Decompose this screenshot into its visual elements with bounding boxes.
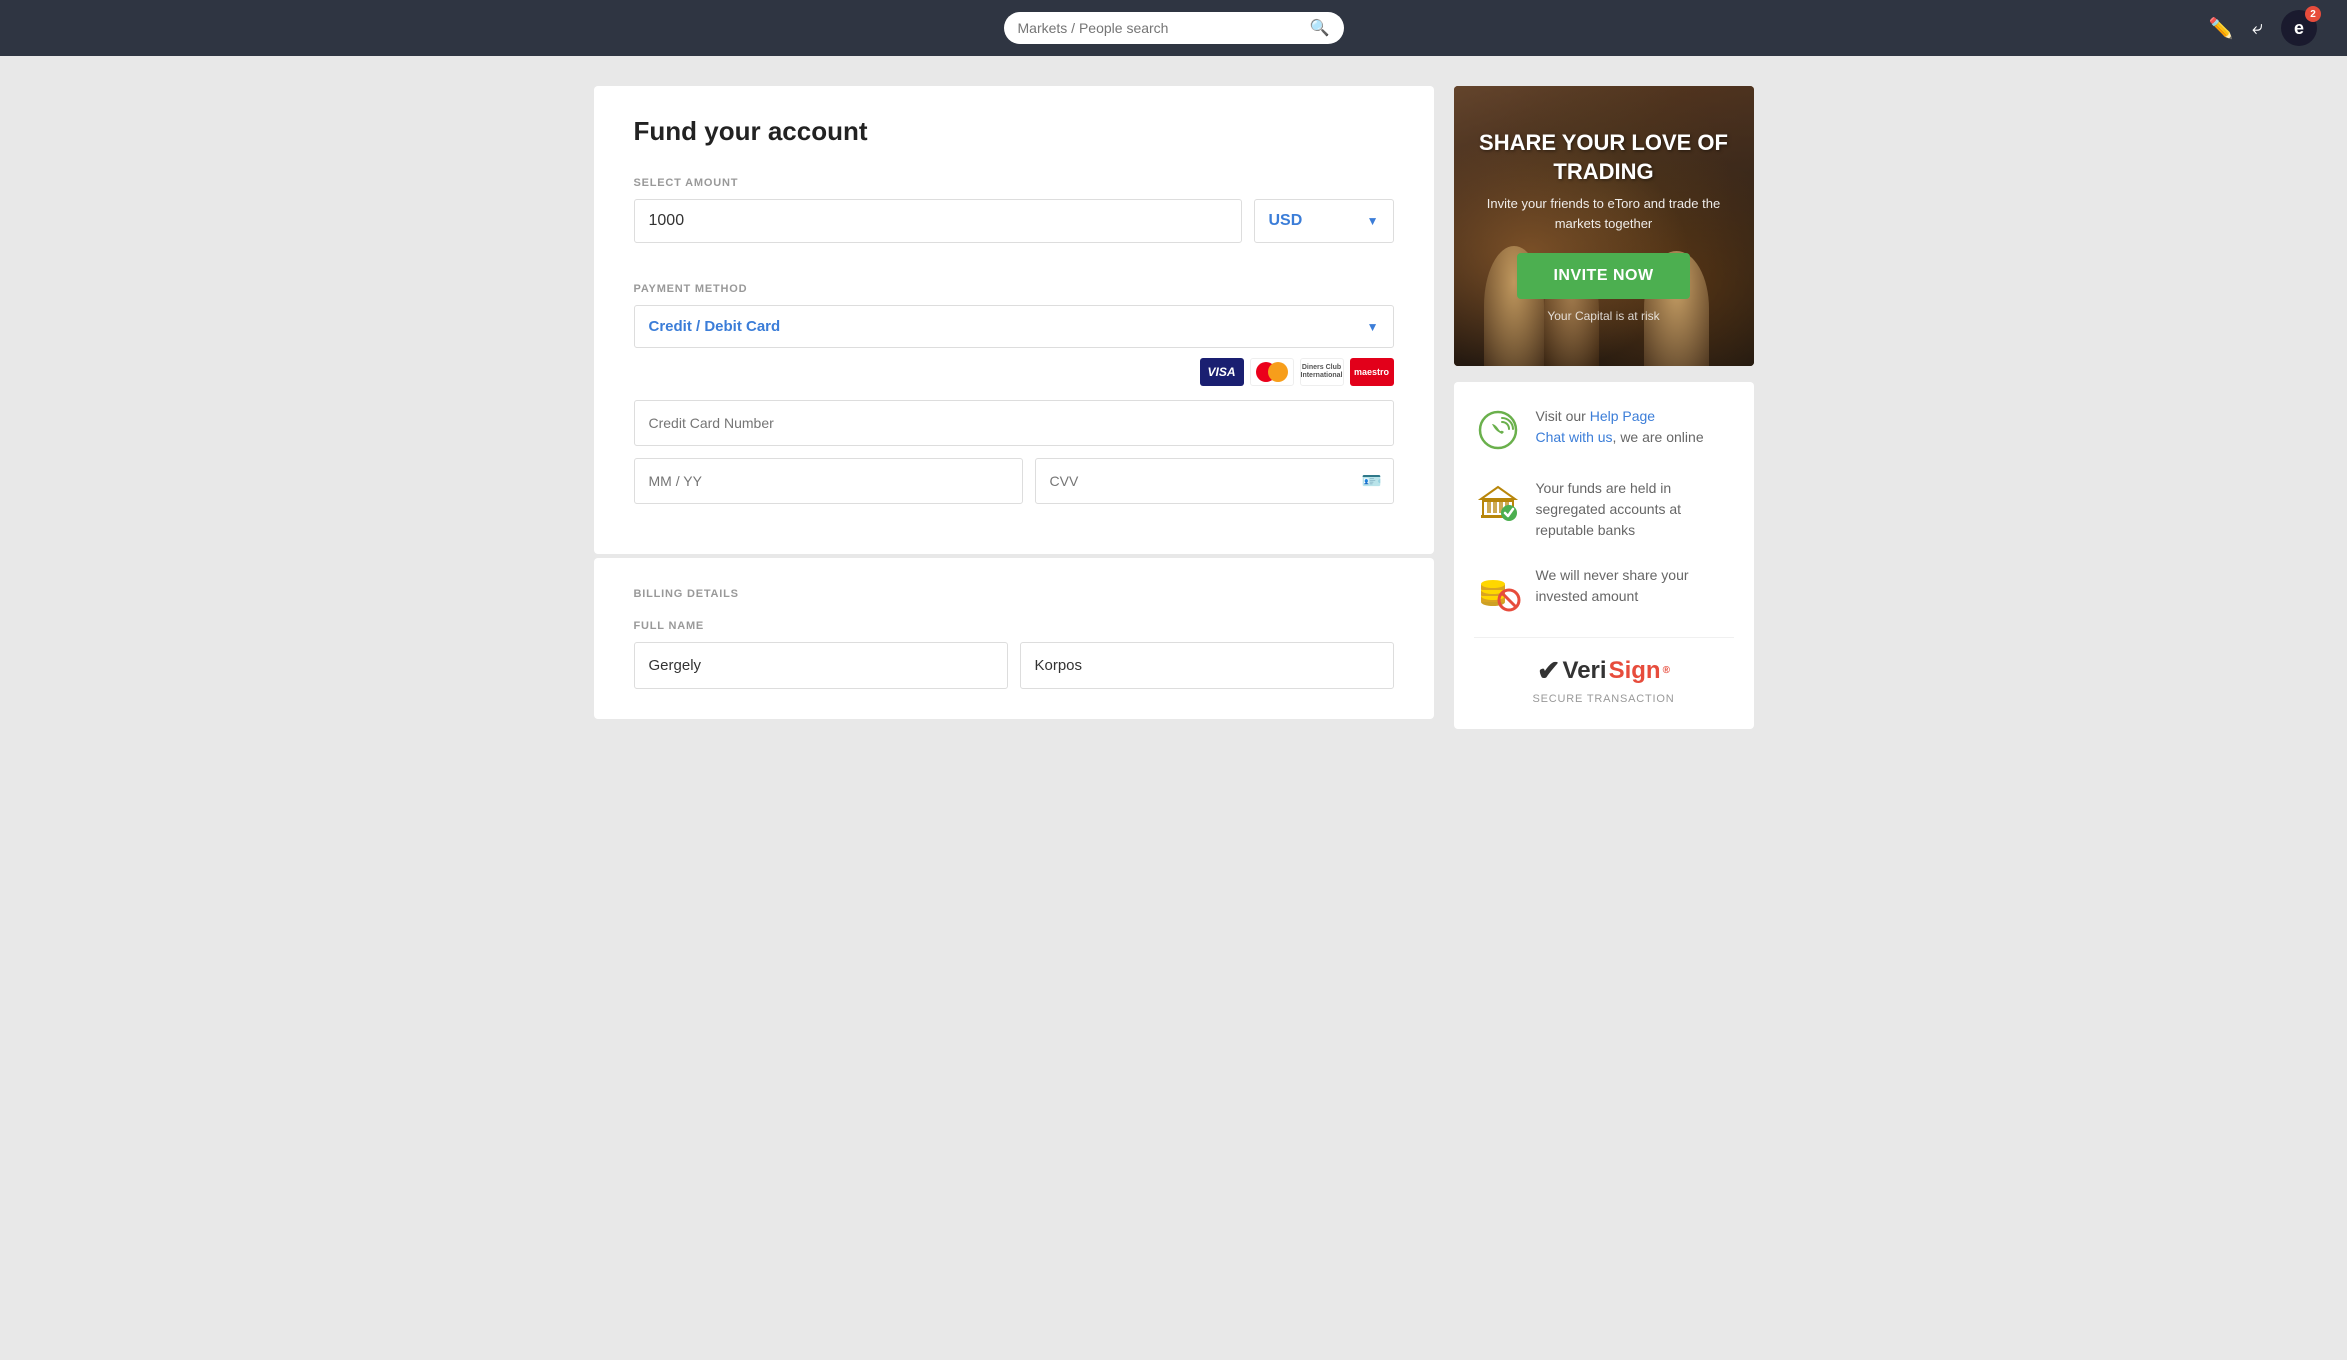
verisign-sign-text: Sign [1609, 657, 1661, 685]
amount-input[interactable] [634, 199, 1242, 243]
never-share-item: We will never share your invested amount [1474, 565, 1734, 613]
help-chat-text: Visit our Help Page Chat with us, we are… [1536, 406, 1704, 448]
search-icon: 🔍 [1310, 18, 1330, 38]
banner-title: SHARE YOUR LOVE OF TRADING [1474, 129, 1734, 186]
coins-icon [1474, 565, 1522, 613]
currency-arrow-icon: ▼ [1367, 214, 1379, 228]
right-panel: SHARE YOUR LOVE OF TRADING Invite your f… [1454, 86, 1754, 729]
payment-method-value: Credit / Debit Card [649, 318, 781, 335]
visa-logo: VISA [1200, 358, 1244, 386]
diners-logo: Diners Club International [1300, 358, 1344, 386]
invite-now-button[interactable]: INVITE NOW [1517, 253, 1689, 299]
chat-link[interactable]: Chat with us [1536, 429, 1613, 445]
help-chat-item: Visit our Help Page Chat with us, we are… [1474, 406, 1734, 454]
payment-method-label: PAYMENT METHOD [634, 283, 1394, 295]
currency-value: USD [1269, 212, 1303, 230]
search-bar[interactable]: 🔍 [1004, 12, 1344, 44]
segregated-funds-item: Your funds are held in segregated accoun… [1474, 478, 1734, 541]
verisign-logo: ✔ VeriSign® [1474, 654, 1734, 687]
billing-section: BILLING DETAILS FULL NAME [594, 558, 1434, 719]
maestro-logo: maestro [1350, 358, 1394, 386]
online-text: , we are online [1613, 429, 1704, 445]
info-box: Visit our Help Page Chat with us, we are… [1454, 382, 1754, 729]
card-logos: VISA Diners Club International maestro [634, 358, 1394, 386]
currency-select[interactable]: USD ▼ [1254, 199, 1394, 243]
header-right: ✏️ ⤶ e 2 [2209, 10, 2317, 46]
invite-banner: SHARE YOUR LOVE OF TRADING Invite your f… [1454, 86, 1754, 366]
avatar[interactable]: e 2 [2281, 10, 2317, 46]
credit-card-input[interactable] [634, 400, 1394, 446]
phone-icon [1474, 406, 1522, 454]
bank-icon [1474, 478, 1522, 526]
search-input[interactable] [1018, 20, 1304, 36]
secure-transaction-text: SECURE TRANSACTION [1474, 693, 1734, 705]
full-name-label: FULL NAME [634, 620, 1394, 632]
cvv-input[interactable] [1035, 458, 1394, 504]
page-title: Fund your account [634, 116, 1394, 147]
segregated-text: Your funds are held in segregated accoun… [1536, 478, 1734, 541]
expiry-input[interactable] [634, 458, 1023, 504]
verisign-check-icon: ✔ [1537, 654, 1560, 687]
header: 🔍 ✏️ ⤶ e 2 [0, 0, 2347, 56]
amount-row: USD ▼ [634, 199, 1394, 243]
select-amount-label: SELECT AMOUNT [634, 177, 1394, 189]
edit-icon[interactable]: ✏️ [2209, 16, 2234, 41]
payment-section: PAYMENT METHOD Credit / Debit Card ▼ VIS… [634, 283, 1394, 504]
capital-risk-text: Your Capital is at risk [1547, 309, 1659, 323]
first-name-input[interactable] [634, 642, 1008, 689]
payment-dropdown-arrow-icon: ▼ [1367, 320, 1379, 334]
help-page-link[interactable]: Help Page [1590, 408, 1655, 424]
billing-title: BILLING DETAILS [634, 588, 1394, 600]
verisign-area: ✔ VeriSign® SECURE TRANSACTION [1474, 637, 1734, 705]
last-name-input[interactable] [1020, 642, 1394, 689]
banner-subtitle: Invite your friends to eToro and trade t… [1474, 194, 1734, 233]
mastercard-logo [1250, 358, 1294, 386]
amount-section: SELECT AMOUNT USD ▼ [634, 177, 1394, 243]
payment-method-dropdown[interactable]: Credit / Debit Card ▼ [634, 305, 1394, 348]
cvv-card-icon: 🪪 [1362, 471, 1382, 491]
never-share-text: We will never share your invested amount [1536, 565, 1734, 607]
card-details-row: 🪪 [634, 458, 1394, 504]
notification-badge: 2 [2305, 6, 2321, 22]
visit-text: Visit our [1536, 408, 1590, 424]
verisign-veri-text: Veri [1563, 657, 1607, 685]
main-content: Fund your account SELECT AMOUNT USD ▼ PA… [574, 56, 1774, 759]
fund-form-panel: Fund your account SELECT AMOUNT USD ▼ PA… [594, 86, 1434, 554]
share-icon[interactable]: ⤶ [2252, 17, 2263, 40]
name-row [634, 642, 1394, 689]
avatar-letter: e [2294, 18, 2304, 39]
cvv-wrapper: 🪪 [1035, 458, 1394, 504]
